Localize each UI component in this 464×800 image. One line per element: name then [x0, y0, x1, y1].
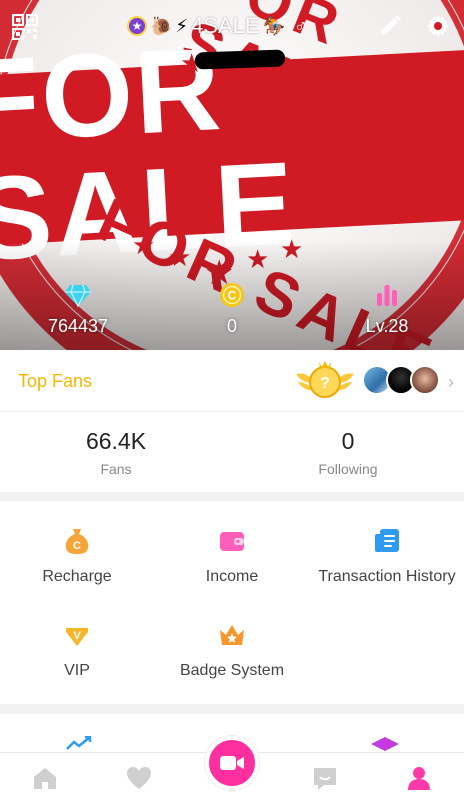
badge-system-button[interactable]: Badge System [155, 620, 309, 680]
profile-screen: FOR SALE FOR SALE ★ ★ ★ ★ ★ ★ ★ FOR SALE… [0, 0, 464, 800]
income-label: Income [205, 568, 259, 585]
vip-gem-icon: V [66, 628, 88, 646]
svg-text:C: C [228, 289, 237, 303]
bar-chart-icon [377, 285, 397, 306]
video-camera-icon [220, 756, 244, 770]
winged-rank-badge-icon: ? [296, 361, 354, 398]
trend-chart-icon[interactable] [66, 736, 92, 750]
recharge-button[interactable]: C Recharge [0, 526, 154, 586]
top-bar: ★ 🐌 ⚡ 4SALE 🏇 ♂ [0, 0, 464, 52]
svg-text:C: C [73, 540, 81, 552]
svg-text:?: ? [320, 375, 330, 392]
fans-count[interactable]: 66.4K Fans [36, 428, 196, 477]
pencil-icon[interactable] [378, 14, 402, 38]
heart-icon[interactable] [126, 765, 152, 791]
home-icon[interactable] [32, 765, 58, 791]
vip-label: VIP [64, 662, 90, 679]
coins-count: 0 [226, 316, 237, 336]
stamp-banner: FOR SALE [0, 22, 464, 286]
graduation-cap-icon[interactable] [370, 736, 400, 752]
gear-icon[interactable] [426, 14, 450, 38]
lightning-icon: ⚡ [175, 16, 189, 36]
chevron-right-icon: › [448, 372, 454, 392]
top-fan-avatars[interactable] [362, 365, 440, 395]
transaction-history-label: Transaction History [318, 568, 456, 585]
crown-icon [220, 625, 244, 645]
snail-icon: 🐌 [150, 16, 173, 36]
income-button[interactable]: Income [155, 526, 309, 586]
following-count[interactable]: 0 Following [268, 428, 428, 477]
username-row: ★ 🐌 ⚡ 4SALE 🏇 ♂ [127, 12, 307, 40]
go-live-button[interactable] [205, 736, 259, 790]
document-list-icon [375, 529, 399, 552]
level-stat[interactable]: Lv.28 [327, 282, 447, 337]
transaction-history-button[interactable]: Transaction History [310, 526, 464, 586]
qr-code-icon[interactable] [12, 14, 38, 40]
diamonds-stat[interactable]: 764437 [18, 282, 138, 337]
avatar [410, 365, 440, 395]
coins-stat[interactable]: C 0 [172, 282, 292, 337]
wallet-icon [220, 532, 244, 551]
redacted-id [194, 49, 286, 70]
horse-racing-icon: 🏇 [262, 16, 285, 36]
svg-text:V: V [73, 630, 81, 642]
male-gender-icon: ♂ [293, 15, 308, 36]
profile-icon[interactable] [406, 765, 432, 791]
following-label: Following [318, 461, 378, 477]
following-value: 0 [341, 428, 355, 454]
badge-system-label: Badge System [179, 662, 285, 679]
star-badge-icon: ★ [127, 16, 147, 36]
follow-counts: 66.4K Fans 0 Following [0, 412, 464, 492]
top-fans-label: Top Fans [18, 371, 93, 391]
stamp-banner-text: FOR SALE [0, 22, 300, 286]
level-value: Lv.28 [365, 316, 409, 336]
vip-button[interactable]: V VIP [0, 620, 154, 680]
diamonds-count: 764437 [47, 316, 109, 336]
money-bag-icon: C [65, 529, 89, 554]
recharge-label: Recharge [42, 568, 112, 585]
username: 4SALE [191, 13, 260, 38]
coin-icon: C [220, 283, 244, 307]
star-icon: ★ [306, 68, 330, 98]
diamond-icon [65, 284, 91, 308]
fans-value: 66.4K [85, 428, 147, 454]
message-icon[interactable] [312, 765, 338, 791]
fans-label: Fans [100, 461, 132, 477]
